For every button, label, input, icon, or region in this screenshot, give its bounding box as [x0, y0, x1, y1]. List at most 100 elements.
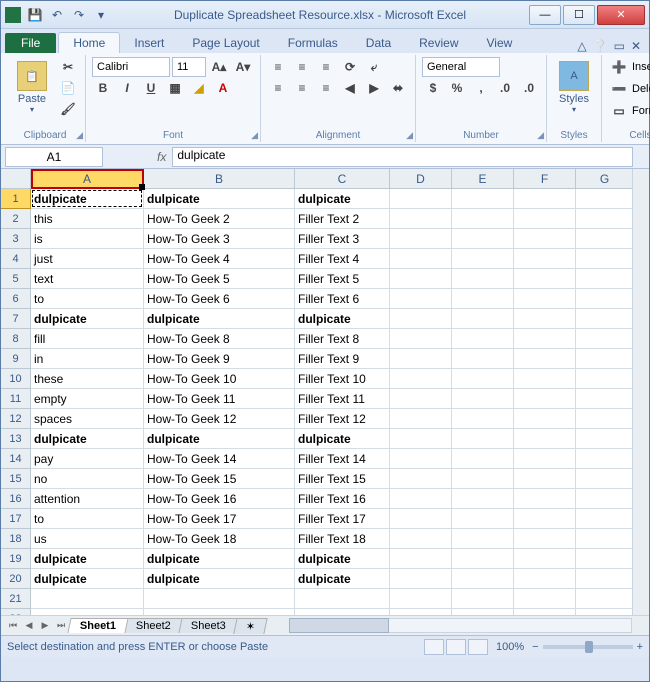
cell-D14[interactable] — [390, 449, 452, 469]
cell-F17[interactable] — [514, 509, 576, 529]
cell-C20[interactable]: dulpicate — [295, 569, 390, 589]
cell-B10[interactable]: How-To Geek 10 — [144, 369, 295, 389]
cell-E16[interactable] — [452, 489, 514, 509]
cell-E4[interactable] — [452, 249, 514, 269]
cell-E1[interactable] — [452, 189, 514, 209]
number-launcher-icon[interactable]: ◢ — [537, 130, 544, 141]
tab-file[interactable]: File — [5, 33, 56, 53]
cell-F3[interactable] — [514, 229, 576, 249]
cell-F12[interactable] — [514, 409, 576, 429]
align-middle-icon[interactable]: ≡ — [291, 57, 313, 77]
cell-F9[interactable] — [514, 349, 576, 369]
align-top-icon[interactable]: ≡ — [267, 57, 289, 77]
col-header-A[interactable]: A — [31, 169, 144, 189]
cell-E5[interactable] — [452, 269, 514, 289]
font-launcher-icon[interactable]: ◢ — [251, 130, 258, 141]
cell-C8[interactable]: Filler Text 8 — [295, 329, 390, 349]
cell-C6[interactable]: Filler Text 6 — [295, 289, 390, 309]
bold-button[interactable]: B — [92, 78, 114, 98]
row-header-1[interactable]: 1 — [1, 189, 31, 209]
cell-F19[interactable] — [514, 549, 576, 569]
cell-C17[interactable]: Filler Text 17 — [295, 509, 390, 529]
page-layout-view-icon[interactable] — [446, 639, 466, 655]
row-header-4[interactable]: 4 — [1, 249, 31, 269]
cell-G4[interactable] — [576, 249, 634, 269]
cell-F13[interactable] — [514, 429, 576, 449]
cell-G1[interactable] — [576, 189, 634, 209]
cell-B12[interactable]: How-To Geek 12 — [144, 409, 295, 429]
window-restore-icon[interactable]: ▭ — [614, 39, 625, 53]
cell-C18[interactable]: Filler Text 18 — [295, 529, 390, 549]
row-header-15[interactable]: 15 — [1, 469, 31, 489]
cell-A8[interactable]: fill — [31, 329, 144, 349]
cell-B1[interactable]: dulpicate — [144, 189, 295, 209]
cell-F1[interactable] — [514, 189, 576, 209]
new-sheet-button[interactable]: ✶ — [233, 618, 268, 634]
close-workbook-icon[interactable]: ✕ — [631, 39, 641, 53]
row-header-6[interactable]: 6 — [1, 289, 31, 309]
cell-B21[interactable] — [144, 589, 295, 609]
row-header-16[interactable]: 16 — [1, 489, 31, 509]
formula-input[interactable]: dulpicate — [172, 147, 633, 167]
cell-E15[interactable] — [452, 469, 514, 489]
cell-A18[interactable]: us — [31, 529, 144, 549]
cell-F16[interactable] — [514, 489, 576, 509]
cell-D7[interactable] — [390, 309, 452, 329]
align-center-icon[interactable]: ≡ — [291, 78, 313, 98]
cell-F21[interactable] — [514, 589, 576, 609]
paste-button[interactable]: 📋 Paste ▾ — [11, 57, 53, 128]
cell-A19[interactable]: dulpicate — [31, 549, 144, 569]
cell-D21[interactable] — [390, 589, 452, 609]
cell-C7[interactable]: dulpicate — [295, 309, 390, 329]
name-box[interactable]: A1 — [5, 147, 103, 167]
sheet-tab-Sheet3[interactable]: Sheet3 — [178, 618, 238, 633]
cell-B16[interactable]: How-To Geek 16 — [144, 489, 295, 509]
comma-icon[interactable]: , — [470, 78, 492, 98]
italic-button[interactable]: I — [116, 78, 138, 98]
grow-font-icon[interactable]: A▴ — [208, 57, 230, 77]
col-header-B[interactable]: B — [144, 169, 295, 189]
zoom-level[interactable]: 100% — [496, 641, 524, 653]
worksheet-grid[interactable]: ABCDEFG 1dulpicatedulpicatedulpicate2thi… — [1, 169, 649, 635]
cell-D10[interactable] — [390, 369, 452, 389]
cell-B5[interactable]: How-To Geek 5 — [144, 269, 295, 289]
cell-C9[interactable]: Filler Text 9 — [295, 349, 390, 369]
row-header-13[interactable]: 13 — [1, 429, 31, 449]
insert-cells-button[interactable]: ➕Insert▾ — [608, 57, 650, 77]
cell-C13[interactable]: dulpicate — [295, 429, 390, 449]
sheet-nav-first-icon[interactable]: ⏮ — [5, 618, 21, 634]
cell-E11[interactable] — [452, 389, 514, 409]
cell-F8[interactable] — [514, 329, 576, 349]
tab-insert[interactable]: Insert — [120, 33, 178, 53]
font-size-combo[interactable]: 11 — [172, 57, 206, 77]
cell-B6[interactable]: How-To Geek 6 — [144, 289, 295, 309]
tab-formulas[interactable]: Formulas — [274, 33, 352, 53]
cell-E19[interactable] — [452, 549, 514, 569]
help-icon[interactable]: ❔ — [593, 39, 608, 53]
row-header-17[interactable]: 17 — [1, 509, 31, 529]
align-bottom-icon[interactable]: ≡ — [315, 57, 337, 77]
row-header-14[interactable]: 14 — [1, 449, 31, 469]
cell-A17[interactable]: to — [31, 509, 144, 529]
undo-icon[interactable]: ↶ — [47, 5, 67, 25]
cell-A16[interactable]: attention — [31, 489, 144, 509]
cell-B7[interactable]: dulpicate — [144, 309, 295, 329]
cell-G8[interactable] — [576, 329, 634, 349]
cell-F10[interactable] — [514, 369, 576, 389]
cell-A6[interactable]: to — [31, 289, 144, 309]
cell-D1[interactable] — [390, 189, 452, 209]
cell-C12[interactable]: Filler Text 12 — [295, 409, 390, 429]
row-header-21[interactable]: 21 — [1, 589, 31, 609]
cell-C16[interactable]: Filler Text 16 — [295, 489, 390, 509]
row-header-5[interactable]: 5 — [1, 269, 31, 289]
cell-F7[interactable] — [514, 309, 576, 329]
zoom-out-icon[interactable]: − — [532, 641, 538, 653]
merge-center-icon[interactable]: ⬌ — [387, 78, 409, 98]
cell-D4[interactable] — [390, 249, 452, 269]
cell-G7[interactable] — [576, 309, 634, 329]
underline-button[interactable]: U — [140, 78, 162, 98]
cell-A12[interactable]: spaces — [31, 409, 144, 429]
sheet-nav-last-icon[interactable]: ⏭ — [53, 618, 69, 634]
cell-E21[interactable] — [452, 589, 514, 609]
tab-view[interactable]: View — [473, 33, 527, 53]
